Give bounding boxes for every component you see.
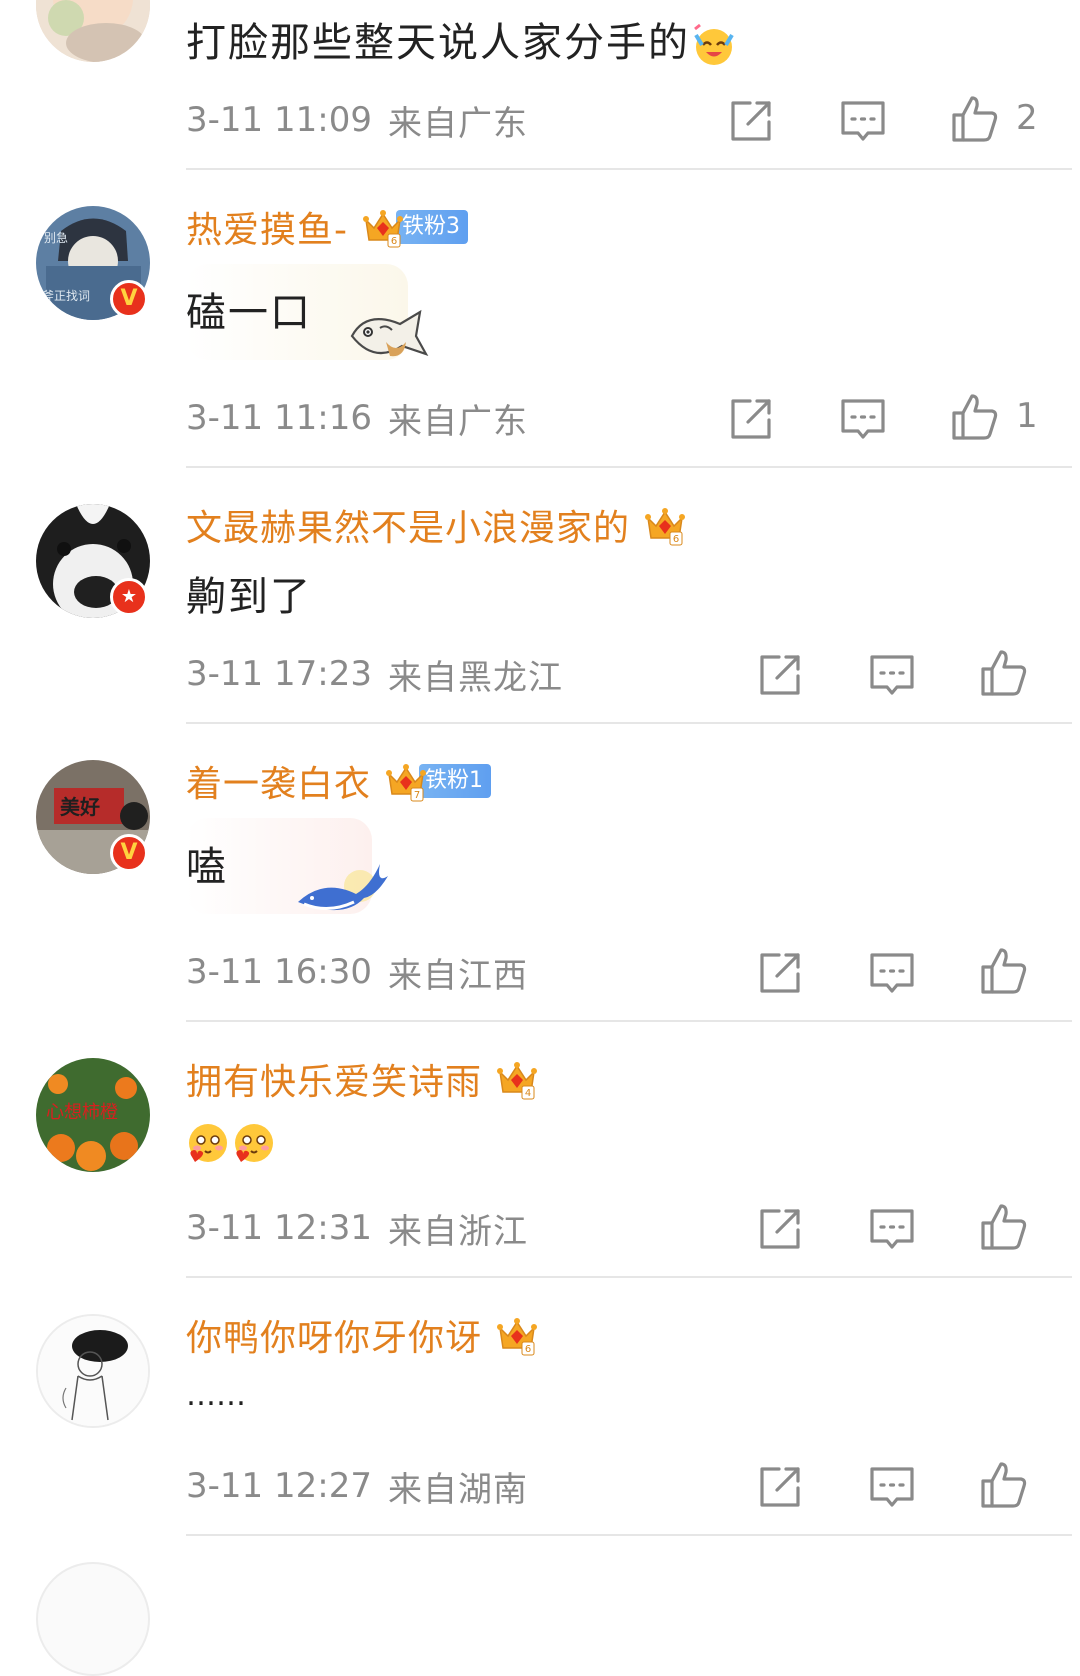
divider xyxy=(186,168,1072,170)
comment-location: 来自江西 xyxy=(387,955,528,996)
comment-time: 3-11 12:27 xyxy=(186,1466,372,1506)
like-button[interactable] xyxy=(979,648,1029,698)
comment-time: 3-11 12:31 xyxy=(186,1208,372,1248)
heart-face-emoji-icon xyxy=(232,1121,276,1165)
like-count: 1 xyxy=(1016,396,1038,436)
thumbs-up-icon xyxy=(981,1204,1027,1250)
username[interactable]: 着一袭白衣 xyxy=(186,755,371,807)
comment-header: 着一袭白衣 7 铁粉1 xyxy=(186,755,492,807)
whale-sticker-icon xyxy=(294,856,394,920)
verified-badge-icon: V xyxy=(110,834,148,872)
comment-text: 嗑 xyxy=(186,844,228,890)
divider xyxy=(186,1534,1072,1536)
share-icon[interactable] xyxy=(726,394,776,444)
crown-icon: 4 xyxy=(496,1058,538,1100)
verified-badge-icon: V xyxy=(110,280,148,318)
avatar[interactable] xyxy=(36,0,150,62)
comment-icon[interactable] xyxy=(867,1204,917,1254)
comment-meta: 3-11 17:23 来自黑龙江 xyxy=(186,652,563,698)
comment-icon[interactable] xyxy=(867,650,917,700)
fan-badge: 铁粉3 xyxy=(396,210,468,244)
comment-icon[interactable] xyxy=(838,96,888,146)
divider xyxy=(186,722,1072,724)
comment-location: 来自广东 xyxy=(387,103,528,144)
comment-meta: 3-11 12:31 来自浙江 xyxy=(186,1206,528,1252)
avatar[interactable]: 心想柿橙 xyxy=(36,1058,150,1172)
like-count: 2 xyxy=(1016,98,1038,138)
username[interactable]: 你鸭你呀你牙你讶 xyxy=(186,1309,482,1361)
svg-text:6: 6 xyxy=(391,236,397,247)
heart-face-emoji-icon xyxy=(186,1121,230,1165)
comment-header: 文晸赫果然不是小浪漫家的 6 xyxy=(186,500,686,550)
svg-text:7: 7 xyxy=(414,790,420,801)
comment-icon[interactable] xyxy=(838,394,888,444)
thumbs-up-icon xyxy=(981,1462,1027,1508)
comment-time: 3-11 16:30 xyxy=(186,952,372,992)
svg-text:6: 6 xyxy=(525,1344,531,1355)
comment-location: 来自浙江 xyxy=(387,1211,528,1252)
comment-meta: 3-11 11:09 来自广东 xyxy=(186,98,528,144)
comment-icon[interactable] xyxy=(867,1462,917,1512)
divider xyxy=(186,1276,1072,1278)
comment-meta: 3-11 11:16 来自广东 xyxy=(186,396,528,442)
share-icon[interactable] xyxy=(755,1462,805,1512)
like-button[interactable] xyxy=(950,392,1000,442)
thumbs-up-icon xyxy=(981,650,1027,696)
avatar[interactable] xyxy=(36,1562,150,1676)
thumbs-up-icon xyxy=(952,96,998,142)
comment-meta: 3-11 12:27 来自湖南 xyxy=(186,1464,528,1510)
comment-emojis xyxy=(186,1118,276,1165)
like-button[interactable] xyxy=(979,946,1029,996)
verified-badge-icon: ★ xyxy=(110,578,148,616)
svg-text:6: 6 xyxy=(673,534,679,545)
thumbs-up-icon xyxy=(952,394,998,440)
like-button[interactable] xyxy=(979,1460,1029,1510)
fan-badge: 铁粉1 xyxy=(419,764,492,798)
svg-text:4: 4 xyxy=(525,1088,531,1099)
share-icon[interactable] xyxy=(755,948,805,998)
laugh-cry-emoji-icon xyxy=(692,23,736,67)
username[interactable]: 热爱摸鱼- xyxy=(186,201,348,253)
svg-text:别急: 别急 xyxy=(44,230,68,245)
comment-text: 齁到了 xyxy=(186,574,312,620)
svg-text:心想柿橙: 心想柿橙 xyxy=(46,1102,118,1123)
like-button[interactable] xyxy=(950,94,1000,144)
divider xyxy=(186,1020,1072,1022)
share-icon[interactable] xyxy=(755,1204,805,1254)
like-button[interactable] xyxy=(979,1202,1029,1252)
comment-location: 来自湖南 xyxy=(387,1469,528,1510)
username[interactable]: 文晸赫果然不是小浪漫家的 xyxy=(186,499,630,551)
crown-icon: 6 xyxy=(644,504,686,546)
comment-header: 拥有快乐爱笑诗雨 4 xyxy=(186,1054,538,1104)
username[interactable]: 拥有快乐爱笑诗雨 xyxy=(186,1053,482,1105)
svg-text:美好: 美好 xyxy=(60,795,100,819)
comment-text: 磕一口 xyxy=(186,290,312,336)
divider xyxy=(186,466,1072,468)
crown-icon: 6 xyxy=(496,1314,538,1356)
comment-text: 打脸那些整天说人家分手的 xyxy=(186,10,736,68)
fish-sticker-icon xyxy=(346,302,430,364)
comment-header: 热爱摸鱼- 6 铁粉3 xyxy=(186,202,468,252)
comment-time: 3-11 17:23 xyxy=(186,654,372,694)
comment-time: 3-11 11:09 xyxy=(186,100,372,140)
comment-header: 你鸭你呀你牙你讶 6 xyxy=(186,1310,538,1360)
comment-meta: 3-11 16:30 来自江西 xyxy=(186,950,528,996)
crown-icon: 6 xyxy=(362,206,404,248)
svg-text:斧正找词: 斧正找词 xyxy=(42,289,90,303)
avatar[interactable] xyxy=(36,1314,150,1428)
crown-icon: 7 xyxy=(385,760,427,802)
comment-icon[interactable] xyxy=(867,948,917,998)
comment-text: …… xyxy=(186,1378,246,1413)
thumbs-up-icon xyxy=(981,948,1027,994)
comment-time: 3-11 11:16 xyxy=(186,398,372,438)
share-icon[interactable] xyxy=(726,96,776,146)
comment-location: 来自黑龙江 xyxy=(387,657,563,698)
share-icon[interactable] xyxy=(755,650,805,700)
comment-location: 来自广东 xyxy=(387,401,528,442)
